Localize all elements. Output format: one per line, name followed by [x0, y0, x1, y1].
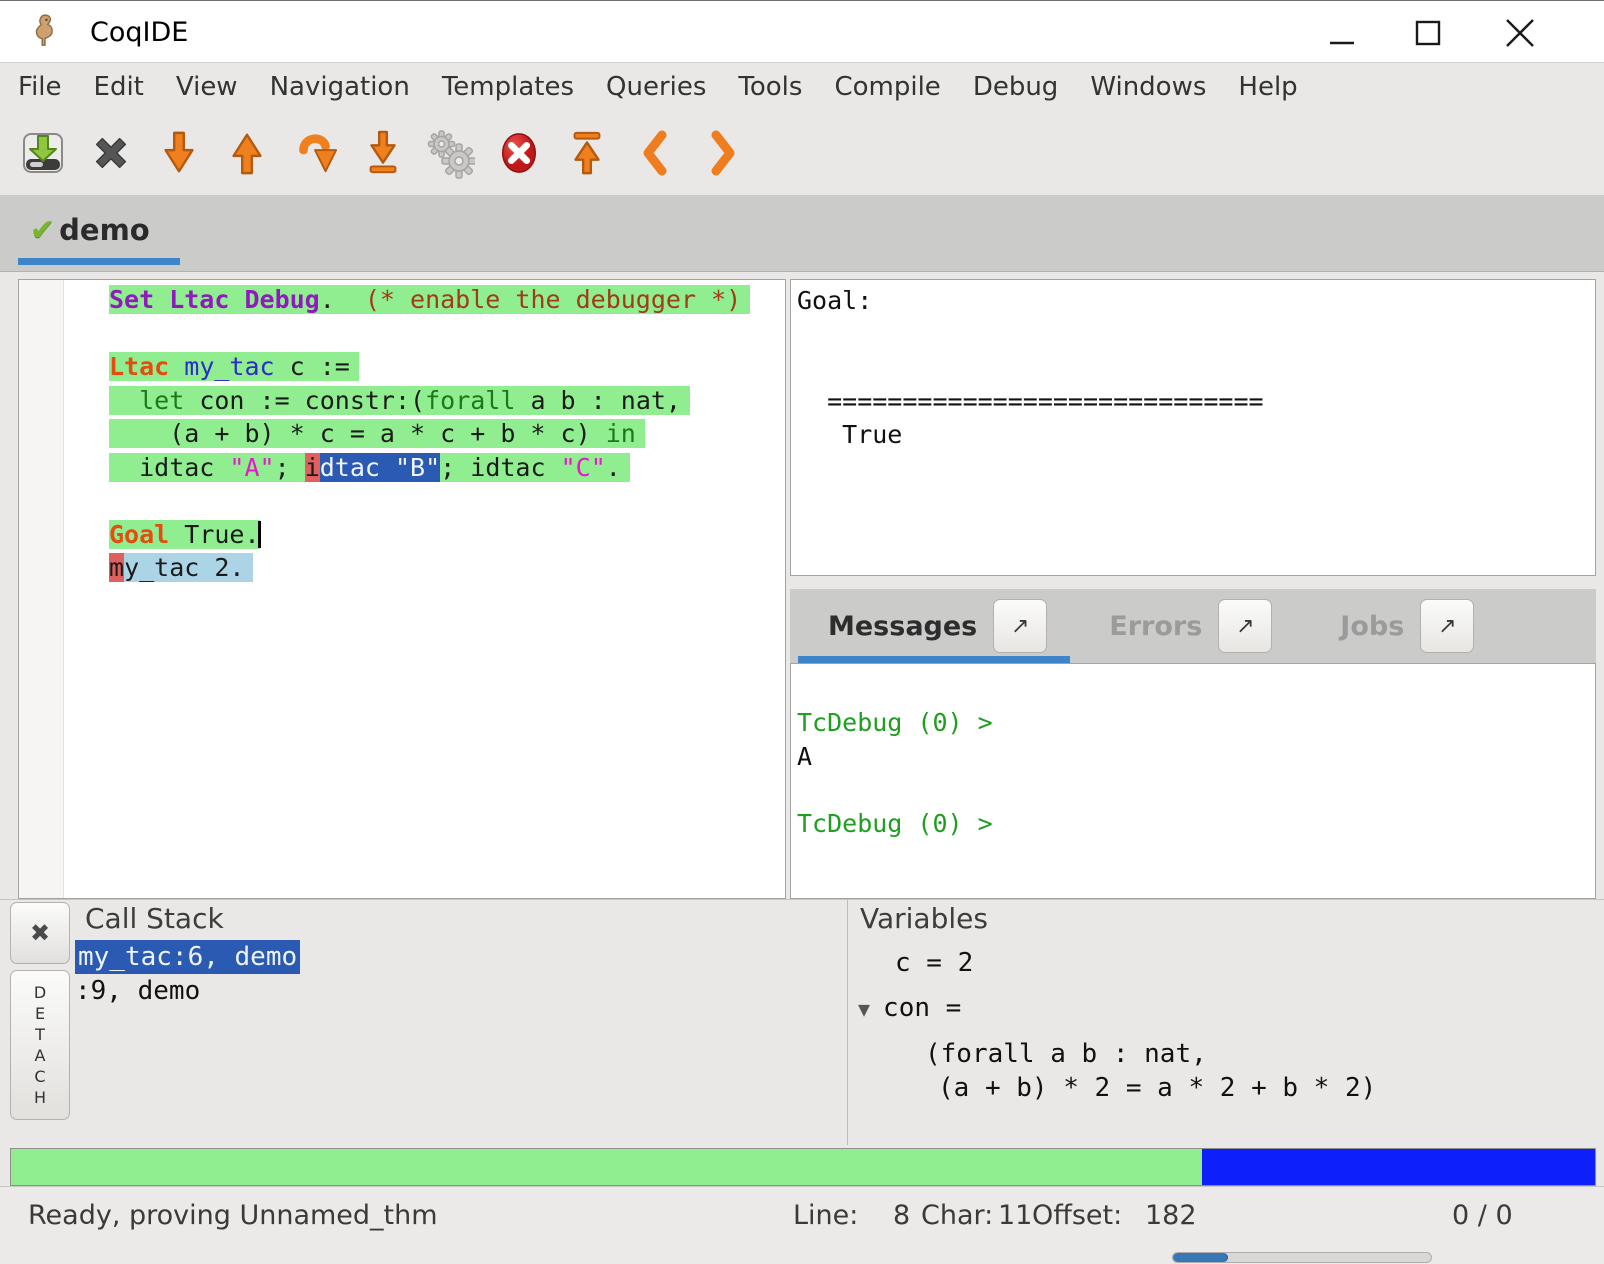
- variable-row[interactable]: ▼con =: [858, 992, 1376, 1027]
- tab-errors[interactable]: Errors: [1109, 611, 1202, 642]
- char-label: Char:: [921, 1200, 993, 1231]
- status-bar: Ready, proving Unnamed_thm Line: 8 Char:…: [0, 1186, 1604, 1264]
- active-tab-indicator: [18, 258, 180, 265]
- menu-tools[interactable]: Tools: [722, 63, 818, 111]
- toolbar: [0, 111, 1604, 195]
- menu-compile[interactable]: Compile: [818, 63, 956, 111]
- call-stack-title: Call Stack: [85, 902, 224, 935]
- goal-panel: Goal: ============================= True: [790, 279, 1596, 576]
- next-occurrence-button[interactable]: [699, 125, 747, 181]
- title-bar: CoqIDE: [0, 1, 1604, 63]
- code-line: 5 (a + b) * c = a * c + b * c) in: [64, 417, 785, 451]
- detach-messages-button[interactable]: ↗: [993, 599, 1047, 653]
- code-line: 9my_tac 2.: [64, 551, 785, 585]
- tab-jobs[interactable]: Jobs: [1340, 611, 1404, 642]
- backward-one-command-button[interactable]: [223, 125, 271, 181]
- line-number-gutter: [19, 280, 64, 898]
- code-line: 7: [64, 484, 785, 518]
- detach-jobs-button[interactable]: ↗: [1420, 599, 1474, 653]
- variable-row: (forall a b : nat,: [858, 1038, 1376, 1072]
- code-line: 3Ltac my_tac c :=: [64, 350, 785, 384]
- code-line: 1Set Ltac Debug. (* enable the debugger …: [64, 283, 785, 317]
- close-debug-panel-button[interactable]: ✖: [10, 902, 70, 964]
- detach-debug-panel-button[interactable]: D E T A C H: [10, 970, 70, 1120]
- menu-queries[interactable]: Queries: [590, 63, 722, 111]
- stack-frame[interactable]: my_tac:6, demo: [75, 940, 300, 974]
- processed-segment: [11, 1149, 1202, 1185]
- go-to-cursor-button[interactable]: [291, 125, 339, 181]
- worker-progress-bar: [1172, 1252, 1432, 1263]
- menu-windows[interactable]: Windows: [1074, 63, 1222, 111]
- code-line: 6 idtac "A"; idtac "B"; idtac "C".: [64, 451, 785, 485]
- line-label: Line:: [793, 1200, 858, 1231]
- variable-row: c = 2: [858, 947, 1376, 981]
- menu-debug[interactable]: Debug: [957, 63, 1075, 111]
- window-title: CoqIDE: [90, 17, 188, 48]
- script-editor[interactable]: 1Set Ltac Debug. (* enable the debugger …: [18, 279, 786, 899]
- code-line: 2: [64, 317, 785, 351]
- tab-label: demo: [59, 213, 150, 247]
- char-value: 11: [998, 1200, 1032, 1231]
- text-cursor: [258, 521, 261, 548]
- detach-errors-button[interactable]: ↗: [1218, 599, 1272, 653]
- variable-row: (a + b) * 2 = a * 2 + b * 2): [858, 1072, 1376, 1106]
- buffer-tab-bar: ✔ demo: [0, 195, 1604, 272]
- interrupt-button[interactable]: [495, 125, 543, 181]
- menu-navigation[interactable]: Navigation: [254, 63, 426, 111]
- offset-label: Offset:: [1032, 1200, 1122, 1231]
- messages-text: TcDebug (0) > A TcDebug (0) >: [791, 664, 1595, 840]
- tab-demo[interactable]: ✔ demo: [18, 195, 180, 265]
- status-message: Ready, proving Unnamed_thm: [28, 1200, 438, 1231]
- goal-text: Goal: ============================= True: [791, 280, 1595, 456]
- menu-view[interactable]: View: [160, 63, 254, 111]
- line-value: 8: [893, 1200, 910, 1231]
- minimize-button[interactable]: [1322, 13, 1362, 53]
- close-buffer-button[interactable]: [87, 125, 135, 181]
- run-to-end-button[interactable]: [359, 125, 407, 181]
- restart-to-start-button[interactable]: [563, 125, 611, 181]
- expander-icon[interactable]: ▼: [858, 997, 870, 1021]
- message-tab-bar: Messages ↗ Errors ↗ Jobs ↗: [790, 589, 1596, 663]
- menu-bar: FileEditViewNavigationTemplatesQueriesTo…: [0, 63, 1604, 111]
- menu-templates[interactable]: Templates: [426, 63, 590, 111]
- reset-coq-button[interactable]: [427, 125, 475, 181]
- messages-panel: TcDebug (0) > A TcDebug (0) >: [790, 663, 1596, 899]
- active-message-tab-indicator: [798, 656, 1070, 663]
- save-button[interactable]: [19, 125, 67, 181]
- code-lines: 1Set Ltac Debug. (* enable the debugger …: [64, 280, 785, 898]
- saved-check-icon: ✔: [30, 213, 55, 248]
- coqide-logo-icon: [30, 13, 60, 51]
- call-stack-list: my_tac:6, demo:9, demo: [75, 940, 300, 1008]
- jobs-count: 0 / 0: [1452, 1200, 1513, 1231]
- menu-help[interactable]: Help: [1222, 63, 1313, 111]
- stack-frame[interactable]: :9, demo: [75, 976, 200, 1006]
- previous-occurrence-button[interactable]: [631, 125, 679, 181]
- maximize-button[interactable]: [1408, 13, 1448, 53]
- variables-title: Variables: [860, 902, 988, 935]
- menu-edit[interactable]: Edit: [78, 63, 160, 111]
- code-line: 4 let con := constr:(forall a b : nat,: [64, 384, 785, 418]
- forward-one-command-button[interactable]: [155, 125, 203, 181]
- tab-messages[interactable]: Messages: [828, 611, 977, 642]
- coqide-window: CoqIDE FileEditViewNavigationTemplatesQu…: [0, 0, 1604, 1264]
- close-button[interactable]: [1500, 13, 1540, 53]
- worker-progress-fill: [1173, 1253, 1228, 1262]
- panel-divider[interactable]: [847, 900, 848, 1145]
- menu-file[interactable]: File: [2, 63, 78, 111]
- variables-list: c = 2 ▼con = (forall a b : nat,(a + b) * 2…: [858, 938, 1376, 1105]
- buffer-progress-strip: [10, 1148, 1596, 1186]
- debug-panels: ✖ D E T A C H Call Stack my_tac:6, demo:…: [0, 899, 1604, 1145]
- offset-value: 182: [1145, 1200, 1197, 1231]
- code-line: 8Goal True.: [64, 518, 785, 552]
